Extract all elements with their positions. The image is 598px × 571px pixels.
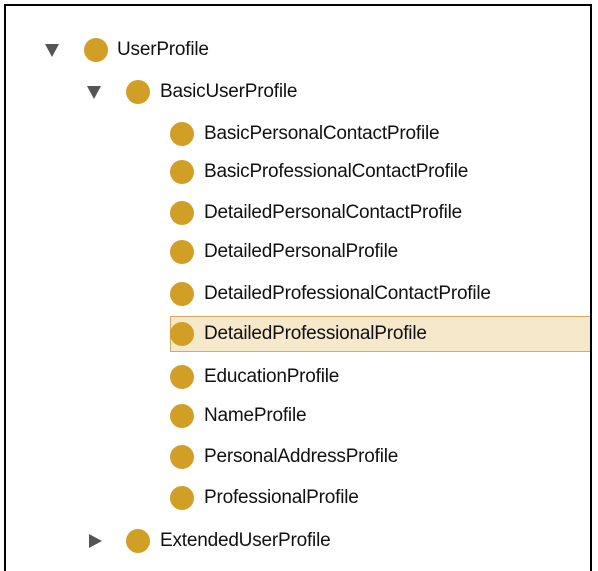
tree-node-child[interactable]: BasicProfessionalContactProfile [6, 155, 590, 189]
class-circle-icon [170, 282, 194, 306]
tree-node-label: DetailedProfessionalContactProfile [204, 283, 491, 304]
expand-arrow-down-icon[interactable] [45, 44, 59, 57]
class-circle-icon [170, 122, 194, 146]
tree-node-label: PersonalAddressProfile [204, 446, 399, 467]
tree-node-label: DetailedPersonalProfile [204, 241, 398, 262]
tree-node-child[interactable]: PersonalAddressProfile [6, 440, 590, 474]
class-circle-icon [126, 80, 150, 104]
tree-node-child[interactable]: NameProfile [6, 399, 590, 433]
tree-node-label: ProfessionalProfile [204, 487, 359, 508]
class-circle-icon [126, 529, 150, 553]
tree-node-extendeduserprofile[interactable]: ExtendedUserProfile [6, 524, 590, 558]
tree-node-label: DetailedProfessionalProfile [204, 323, 427, 344]
class-circle-icon [170, 201, 194, 225]
tree-node-child[interactable]: EducationProfile [6, 360, 590, 394]
class-circle-icon [170, 404, 194, 428]
class-circle-icon [170, 365, 194, 389]
tree-node-child[interactable]: DetailedPersonalProfile [6, 235, 590, 269]
tree-node-label: NameProfile [204, 405, 307, 426]
tree-node-child-selected[interactable]: DetailedProfessionalProfile [6, 316, 590, 352]
class-circle-icon [170, 240, 194, 264]
tree-node-basicuserprofile[interactable]: BasicUserProfile [6, 75, 590, 109]
tree-node-label: EducationProfile [204, 366, 340, 387]
class-circle-icon [84, 38, 108, 62]
class-tree: UserProfile BasicUserProfile BasicPerson… [6, 6, 590, 571]
tree-node-label: ExtendedUserProfile [160, 530, 331, 551]
class-circle-icon [170, 486, 194, 510]
class-hierarchy-panel: UserProfile BasicUserProfile BasicPerson… [4, 4, 592, 571]
tree-node-label: BasicUserProfile [160, 81, 298, 102]
tree-node-child[interactable]: BasicPersonalContactProfile [6, 117, 590, 151]
tree-node-child[interactable]: DetailedProfessionalContactProfile [6, 277, 590, 311]
tree-node-child[interactable]: DetailedPersonalContactProfile [6, 196, 590, 230]
tree-node-label: DetailedPersonalContactProfile [204, 202, 463, 223]
tree-node-label: BasicPersonalContactProfile [204, 123, 440, 144]
class-circle-icon [170, 445, 194, 469]
expand-arrow-right-icon[interactable] [89, 534, 102, 548]
tree-node-child[interactable]: ProfessionalProfile [6, 481, 590, 515]
tree-node-label: UserProfile [117, 39, 209, 60]
class-circle-icon [170, 322, 194, 346]
tree-node-userprofile[interactable]: UserProfile [6, 33, 590, 67]
expand-arrow-down-icon[interactable] [87, 86, 101, 99]
class-circle-icon [170, 160, 194, 184]
tree-node-label: BasicProfessionalContactProfile [204, 161, 469, 182]
